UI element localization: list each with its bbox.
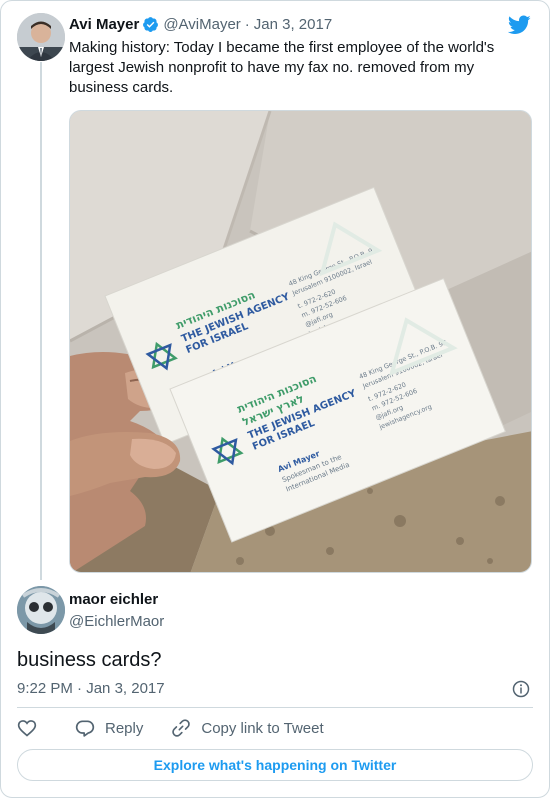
copy-link-label: Copy link to Tweet	[201, 719, 324, 737]
tweet-date[interactable]: Jan 3, 2017	[254, 16, 332, 33]
avatar-maor-eichler[interactable]	[17, 586, 65, 634]
reply-author-handle[interactable]: @EichlerMaor	[69, 613, 164, 630]
header-separator: ·	[244, 16, 250, 33]
avatar-avi-mayer[interactable]	[17, 13, 65, 61]
reply-separator: ·	[77, 680, 83, 697]
reply-header: maor eichler @EichlerMaor	[69, 591, 164, 630]
heart-icon	[17, 720, 37, 737]
verified-badge-icon	[143, 17, 159, 32]
reply-author-name[interactable]: maor eichler	[69, 591, 158, 608]
action-bar: Reply Copy link to Tweet	[17, 718, 352, 738]
reply-label: Reply	[105, 719, 144, 737]
like-button[interactable]	[17, 718, 47, 738]
tweet-header: Avi Mayer @AviMayer · Jan 3, 2017	[69, 16, 332, 33]
reply-icon	[75, 720, 95, 737]
explore-twitter-button[interactable]: Explore what's happening on Twitter	[17, 749, 533, 781]
twitter-bird-icon[interactable]	[508, 15, 531, 35]
reply-time: 9:22 PM	[17, 680, 73, 697]
info-icon[interactable]	[512, 680, 530, 698]
tweet-text: Making history: Today I became the first…	[69, 39, 495, 96]
reply-date: Jan 3, 2017	[86, 680, 165, 697]
link-icon	[172, 719, 191, 737]
thread-connector-line	[40, 62, 42, 580]
author-name[interactable]: Avi Mayer	[69, 16, 139, 33]
reply-timestamp[interactable]: 9:22 PM · Jan 3, 2017	[17, 680, 165, 697]
author-handle[interactable]: @AviMayer	[163, 16, 240, 33]
tweet-photo[interactable]: הסוכנות היהודית THE JEWISH AGENCY FOR IS…	[69, 110, 532, 573]
reply-button[interactable]: Reply	[75, 718, 143, 738]
divider	[17, 707, 533, 708]
copy-link-button[interactable]: Copy link to Tweet	[171, 718, 324, 738]
reply-text: business cards?	[17, 649, 162, 671]
